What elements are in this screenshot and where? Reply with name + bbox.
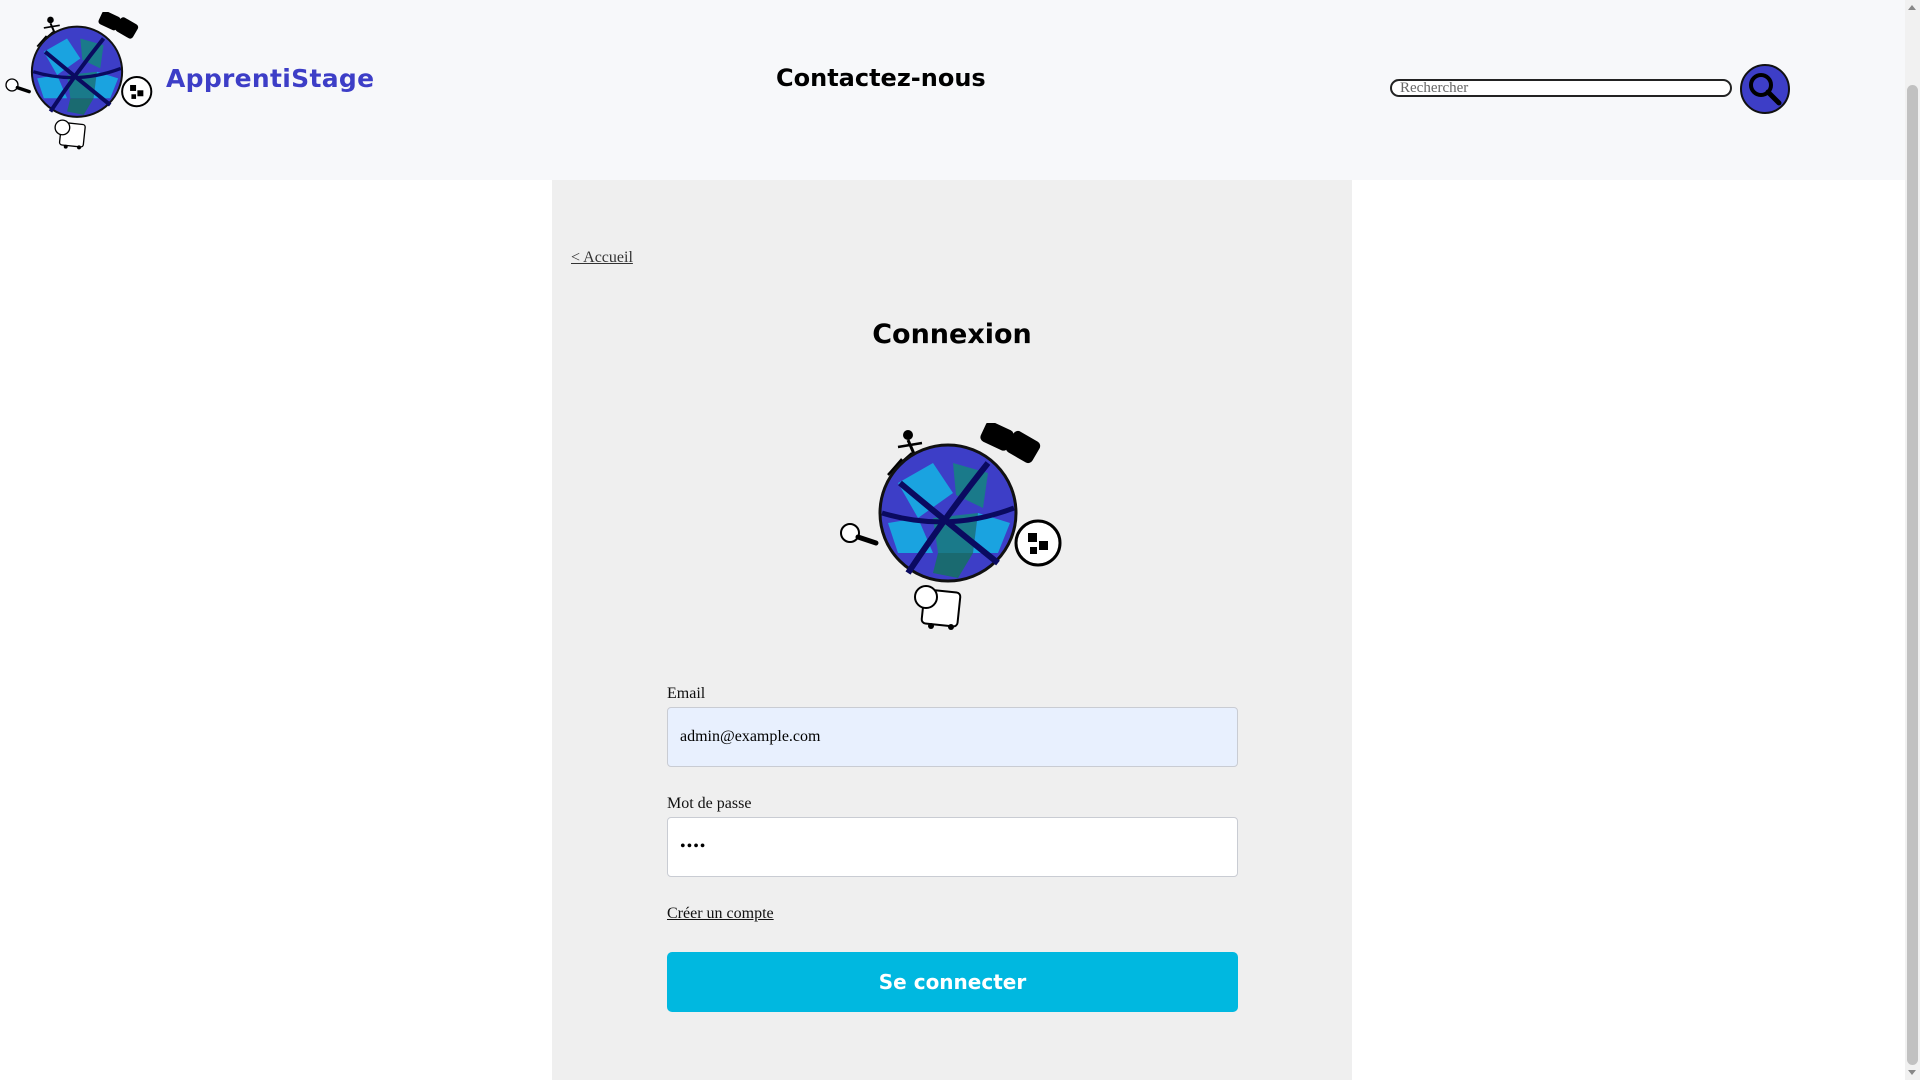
password-label: Mot de passe <box>667 795 752 812</box>
login-button[interactable]: Se connecter <box>667 952 1238 1012</box>
contact-link[interactable]: Contactez-nous <box>776 64 986 92</box>
email-label: Email <box>667 685 706 702</box>
search-button[interactable] <box>1740 64 1790 114</box>
create-account-link[interactable]: Créer un compte <box>667 905 774 923</box>
brand-name[interactable]: ApprentiStage <box>166 64 374 93</box>
email-field[interactable] <box>667 707 1238 767</box>
password-field[interactable] <box>667 817 1238 877</box>
vertical-scrollbar[interactable] <box>1905 0 1920 1080</box>
search-input[interactable] <box>1390 79 1732 97</box>
scroll-down-arrow-icon[interactable] <box>1908 1070 1916 1075</box>
page-title: Connexion <box>872 319 1032 350</box>
login-panel: < Accueil Connexion Email Mot de passe C… <box>552 180 1352 1080</box>
globe-logo-icon <box>838 423 1064 631</box>
search-icon <box>1749 73 1782 106</box>
scroll-up-arrow-icon[interactable] <box>1908 5 1916 10</box>
site-header: ApprentiStage Contactez-nous <box>0 0 1905 180</box>
back-to-home-link[interactable]: < Accueil <box>571 249 633 267</box>
scrollbar-thumb[interactable] <box>1907 85 1918 1065</box>
globe-logo-icon[interactable] <box>3 12 155 150</box>
